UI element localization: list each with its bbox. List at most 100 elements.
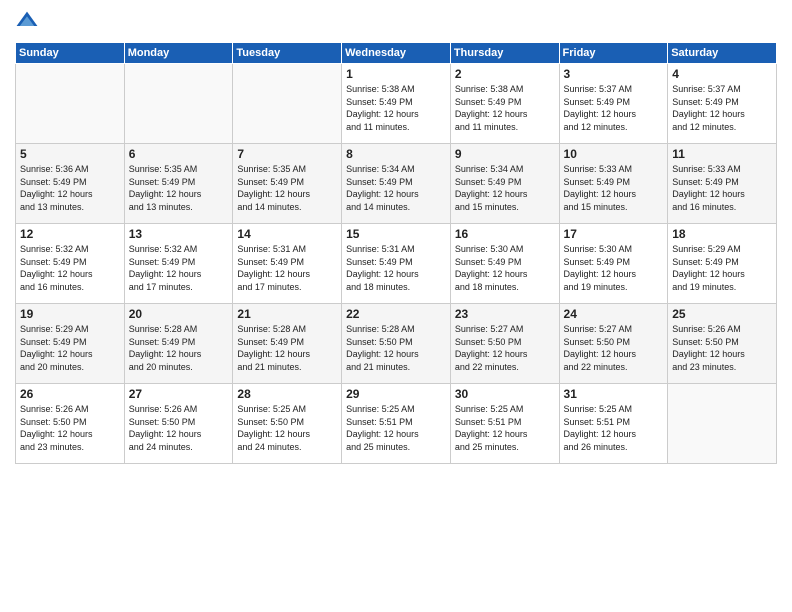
day-info: Sunrise: 5:32 AM Sunset: 5:49 PM Dayligh… [20,243,120,293]
calendar-cell: 27 Sunrise: 5:26 AM Sunset: 5:50 PM Dayli… [124,384,233,464]
calendar-table: SundayMondayTuesdayWednesdayThursdayFrid… [15,42,777,464]
day-number: 15 [346,227,446,241]
day-info: Sunrise: 5:37 AM Sunset: 5:49 PM Dayligh… [672,83,772,133]
weekday-header-sunday: Sunday [16,43,125,64]
day-number: 14 [237,227,337,241]
weekday-header-friday: Friday [559,43,668,64]
day-number: 4 [672,67,772,81]
week-row-5: 26 Sunrise: 5:26 AM Sunset: 5:50 PM Dayli… [16,384,777,464]
day-info: Sunrise: 5:27 AM Sunset: 5:50 PM Dayligh… [564,323,664,373]
calendar-cell: 6 Sunrise: 5:35 AM Sunset: 5:49 PM Daylig… [124,144,233,224]
day-number: 31 [564,387,664,401]
calendar-cell: 29 Sunrise: 5:25 AM Sunset: 5:51 PM Dayli… [342,384,451,464]
day-info: Sunrise: 5:28 AM Sunset: 5:49 PM Dayligh… [237,323,337,373]
day-number: 16 [455,227,555,241]
week-row-1: 1 Sunrise: 5:38 AM Sunset: 5:49 PM Daylig… [16,64,777,144]
calendar-cell: 20 Sunrise: 5:28 AM Sunset: 5:49 PM Dayli… [124,304,233,384]
day-number: 28 [237,387,337,401]
calendar-cell: 7 Sunrise: 5:35 AM Sunset: 5:49 PM Daylig… [233,144,342,224]
day-info: Sunrise: 5:31 AM Sunset: 5:49 PM Dayligh… [237,243,337,293]
day-number: 26 [20,387,120,401]
weekday-header-row: SundayMondayTuesdayWednesdayThursdayFrid… [16,43,777,64]
calendar-cell: 2 Sunrise: 5:38 AM Sunset: 5:49 PM Daylig… [450,64,559,144]
day-info: Sunrise: 5:28 AM Sunset: 5:49 PM Dayligh… [129,323,229,373]
weekday-header-tuesday: Tuesday [233,43,342,64]
day-number: 27 [129,387,229,401]
day-number: 6 [129,147,229,161]
day-info: Sunrise: 5:25 AM Sunset: 5:51 PM Dayligh… [455,403,555,453]
calendar-cell [124,64,233,144]
calendar-cell: 5Sunrise: 5:36 AM Sunset: 5:49 PM Daylig… [16,144,125,224]
day-number: 22 [346,307,446,321]
weekday-header-saturday: Saturday [668,43,777,64]
calendar-cell [233,64,342,144]
day-number: 8 [346,147,446,161]
calendar-cell [16,64,125,144]
week-row-3: 12 Sunrise: 5:32 AM Sunset: 5:49 PM Dayli… [16,224,777,304]
calendar-cell: 26Sunrise: 5:26 AM Sunset: 5:50 PM Dayli… [16,384,125,464]
calendar-cell: 21 Sunrise: 5:28 AM Sunset: 5:49 PM Dayli… [233,304,342,384]
day-number: 18 [672,227,772,241]
calendar-cell: 12 Sunrise: 5:32 AM Sunset: 5:49 PM Dayli… [16,224,125,304]
day-info: Sunrise: 5:27 AM Sunset: 5:50 PM Dayligh… [455,323,555,373]
day-number: 13 [129,227,229,241]
day-info: Sunrise: 5:33 AM Sunset: 5:49 PM Dayligh… [564,163,664,213]
day-number: 2 [455,67,555,81]
day-info: Sunrise: 5:35 AM Sunset: 5:49 PM Dayligh… [237,163,337,213]
calendar-cell [668,384,777,464]
day-number: 9 [455,147,555,161]
day-info: Sunrise: 5:28 AM Sunset: 5:50 PM Dayligh… [346,323,446,373]
day-info: Sunrise: 5:38 AM Sunset: 5:49 PM Dayligh… [455,83,555,133]
day-info: Sunrise: 5:26 AM Sunset: 5:50 PM Dayligh… [129,403,229,453]
day-number: 20 [129,307,229,321]
day-number: 29 [346,387,446,401]
calendar-cell: 19Sunrise: 5:29 AM Sunset: 5:49 PM Dayli… [16,304,125,384]
day-number: 10 [564,147,664,161]
calendar-page: SundayMondayTuesdayWednesdayThursdayFrid… [0,0,792,612]
day-number: 7 [237,147,337,161]
day-info: Sunrise: 5:38 AM Sunset: 5:49 PM Dayligh… [346,83,446,133]
logo [15,10,43,34]
calendar-cell: 25 Sunrise: 5:26 AM Sunset: 5:50 PM Dayli… [668,304,777,384]
day-info: Sunrise: 5:25 AM Sunset: 5:51 PM Dayligh… [564,403,664,453]
weekday-header-thursday: Thursday [450,43,559,64]
day-number: 30 [455,387,555,401]
week-row-2: 5Sunrise: 5:36 AM Sunset: 5:49 PM Daylig… [16,144,777,224]
calendar-cell: 13 Sunrise: 5:32 AM Sunset: 5:49 PM Dayli… [124,224,233,304]
day-number: 23 [455,307,555,321]
day-number: 25 [672,307,772,321]
day-info: Sunrise: 5:34 AM Sunset: 5:49 PM Dayligh… [455,163,555,213]
day-info: Sunrise: 5:26 AM Sunset: 5:50 PM Dayligh… [672,323,772,373]
logo-icon [15,10,39,34]
calendar-cell: 10 Sunrise: 5:33 AM Sunset: 5:49 PM Dayli… [559,144,668,224]
day-number: 3 [564,67,664,81]
day-number: 21 [237,307,337,321]
calendar-cell: 4 Sunrise: 5:37 AM Sunset: 5:49 PM Daylig… [668,64,777,144]
calendar-cell: 17Sunrise: 5:30 AM Sunset: 5:49 PM Dayli… [559,224,668,304]
calendar-cell: 8Sunrise: 5:34 AM Sunset: 5:49 PM Daylig… [342,144,451,224]
weekday-header-monday: Monday [124,43,233,64]
day-number: 1 [346,67,446,81]
calendar-cell: 1 Sunrise: 5:38 AM Sunset: 5:49 PM Daylig… [342,64,451,144]
day-info: Sunrise: 5:31 AM Sunset: 5:49 PM Dayligh… [346,243,446,293]
calendar-cell: 31 Sunrise: 5:25 AM Sunset: 5:51 PM Dayli… [559,384,668,464]
day-number: 12 [20,227,120,241]
calendar-cell: 14 Sunrise: 5:31 AM Sunset: 5:49 PM Dayli… [233,224,342,304]
calendar-cell: 3 Sunrise: 5:37 AM Sunset: 5:49 PM Daylig… [559,64,668,144]
weekday-header-wednesday: Wednesday [342,43,451,64]
day-info: Sunrise: 5:35 AM Sunset: 5:49 PM Dayligh… [129,163,229,213]
week-row-4: 19Sunrise: 5:29 AM Sunset: 5:49 PM Dayli… [16,304,777,384]
day-number: 11 [672,147,772,161]
day-info: Sunrise: 5:25 AM Sunset: 5:50 PM Dayligh… [237,403,337,453]
calendar-cell: 9 Sunrise: 5:34 AM Sunset: 5:49 PM Daylig… [450,144,559,224]
day-info: Sunrise: 5:33 AM Sunset: 5:49 PM Dayligh… [672,163,772,213]
day-info: Sunrise: 5:37 AM Sunset: 5:49 PM Dayligh… [564,83,664,133]
day-info: Sunrise: 5:32 AM Sunset: 5:49 PM Dayligh… [129,243,229,293]
day-info: Sunrise: 5:25 AM Sunset: 5:51 PM Dayligh… [346,403,446,453]
calendar-cell: 16 Sunrise: 5:30 AM Sunset: 5:49 PM Dayli… [450,224,559,304]
day-number: 19 [20,307,120,321]
day-info: Sunrise: 5:30 AM Sunset: 5:49 PM Dayligh… [455,243,555,293]
day-info: Sunrise: 5:29 AM Sunset: 5:49 PM Dayligh… [672,243,772,293]
day-number: 5 [20,147,120,161]
calendar-cell: 30 Sunrise: 5:25 AM Sunset: 5:51 PM Dayli… [450,384,559,464]
